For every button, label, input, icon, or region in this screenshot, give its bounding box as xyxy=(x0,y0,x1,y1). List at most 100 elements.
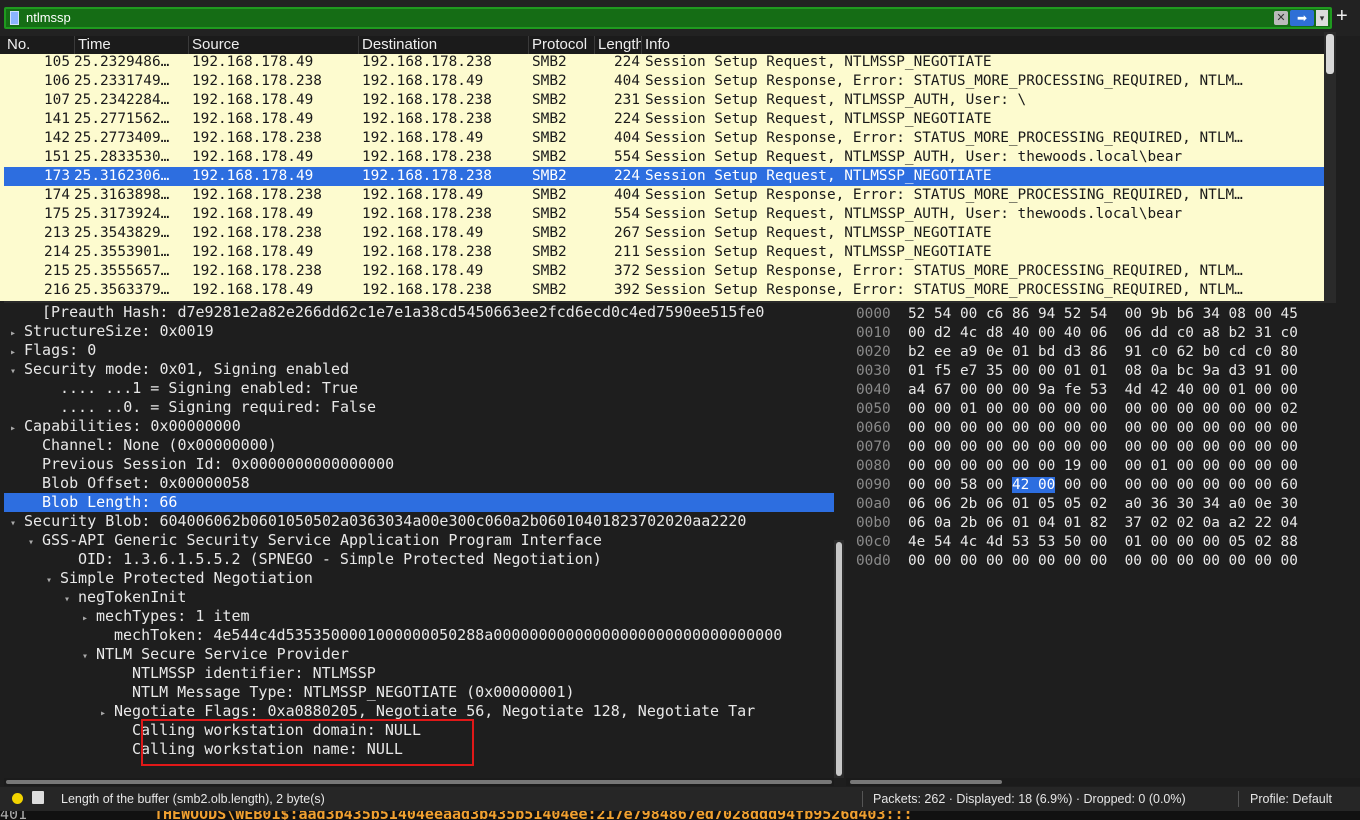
bytes-hex-b[interactable]: 91 c0 62 b0 cd c0 80 xyxy=(1125,344,1298,360)
details-scroll-thumb[interactable] xyxy=(836,542,842,776)
bytes-hex-a[interactable]: 00 00 00 00 00 00 00 00 xyxy=(908,553,1107,569)
detail-tree-item[interactable]: ▸ StructureSize: 0x0019 xyxy=(4,322,834,341)
expand-arrow-icon[interactable]: ▸ xyxy=(10,343,24,360)
cell-protocol: SMB2 xyxy=(532,54,567,70)
bytes-hex-a[interactable]: 00 00 00 00 00 00 19 00 xyxy=(908,458,1107,474)
packet-row[interactable]: 106 25.2331749… 192.168.178.238 192.168.178… xyxy=(4,72,1324,91)
bytes-hex-a[interactable]: 00 00 01 00 00 00 00 00 xyxy=(908,401,1107,417)
detail-tree-item[interactable]: ▾ NTLM Secure Service Provider xyxy=(4,645,834,664)
detail-tree-item[interactable]: ▸ Capabilities: 0x00000000 xyxy=(4,417,834,436)
bytes-hex-b[interactable]: 08 0a bc 9a d3 91 00 xyxy=(1125,363,1298,379)
column-header-source[interactable]: Source xyxy=(188,36,358,54)
packet-list-scroll-thumb[interactable] xyxy=(1326,34,1334,74)
detail-tree-item[interactable]: ▾ Security Blob: 604006062b0601050502a036… xyxy=(4,512,834,531)
bytes-hex-a[interactable]: 4e 54 4c 4d 53 53 50 00 xyxy=(908,534,1107,550)
bytes-hex-b[interactable]: 37 02 02 0a a2 22 04 xyxy=(1125,515,1298,531)
detail-tree-item[interactable]: ▾ GSS-API Generic Security Service Applic… xyxy=(4,531,834,550)
detail-tree-item[interactable]: .... ...1 = Signing enabled: True xyxy=(4,379,834,398)
collapse-arrow-icon[interactable]: ▾ xyxy=(28,533,42,550)
packet-row[interactable]: 142 25.2773409… 192.168.178.238 192.168.178… xyxy=(4,129,1324,148)
bytes-hex-b[interactable]: 00 01 00 00 00 00 00 xyxy=(1125,458,1298,474)
bytes-hex-a[interactable]: a4 67 00 00 00 9a fe 53 xyxy=(908,382,1107,398)
expert-info-icon[interactable] xyxy=(12,793,23,804)
detail-tree-item[interactable]: .... ..0. = Signing required: False xyxy=(4,398,834,417)
packet-row[interactable]: 175 25.3173924… 192.168.178.49 192.168.178.… xyxy=(4,205,1324,224)
detail-tree-item[interactable]: ▸ mechTypes: 1 item xyxy=(4,607,834,626)
packet-row[interactable]: 215 25.3555657… 192.168.178.238 192.168.178… xyxy=(4,262,1324,281)
detail-tree-item[interactable]: ▾ Security mode: 0x01, Signing enabled xyxy=(4,360,834,379)
detail-tree-item[interactable]: ▾ negTokenInit xyxy=(4,588,834,607)
packet-row[interactable]: 173 25.3162306… 192.168.178.49 192.168.178.… xyxy=(4,167,1324,186)
packet-row[interactable]: 214 25.3553901… 192.168.178.49 192.168.178.… xyxy=(4,243,1324,262)
column-header-time[interactable]: Time xyxy=(74,36,188,54)
detail-tree-item[interactable]: Channel: None (0x00000000) xyxy=(4,436,834,455)
collapse-arrow-icon[interactable]: ▾ xyxy=(10,514,24,531)
detail-tree-item[interactable]: ▾ Simple Protected Negotiation xyxy=(4,569,834,588)
detail-tree-item[interactable]: [Preauth Hash: d7e9281e2a82e266dd62c1e7e… xyxy=(4,303,834,322)
packet-row[interactable]: 174 25.3163898… 192.168.178.238 192.168.178… xyxy=(4,186,1324,205)
packet-row[interactable]: 216 25.3563379… 192.168.178.49 192.168.178.… xyxy=(4,281,1324,300)
detail-tree-item[interactable]: NTLMSSP identifier: NTLMSSP xyxy=(4,664,834,683)
bookmark-icon[interactable] xyxy=(10,11,19,25)
column-header-length[interactable]: Length xyxy=(594,36,642,54)
cell-source: 192.168.178.49 xyxy=(192,54,314,70)
collapse-arrow-icon[interactable]: ▾ xyxy=(64,590,78,607)
collapse-arrow-icon[interactable]: ▾ xyxy=(82,647,96,664)
arrow-right-icon[interactable]: ➡ xyxy=(1290,10,1314,26)
add-filter-button[interactable]: + xyxy=(1336,5,1348,27)
bytes-hex-a[interactable]: 00 d2 4c d8 40 00 40 06 xyxy=(908,325,1107,341)
clear-icon[interactable]: ✕ xyxy=(1274,11,1288,25)
bytes-hex-a[interactable]: 52 54 00 c6 86 94 52 54 xyxy=(908,306,1107,322)
bytes-hex-b[interactable]: 00 00 00 00 00 00 00 xyxy=(1125,553,1298,569)
profile-selector[interactable]: Profile: Default xyxy=(1250,792,1332,806)
bytes-hscroll-thumb[interactable] xyxy=(850,780,1002,784)
detail-tree-item[interactable]: mechToken: 4e544c4d535350000100000005028… xyxy=(4,626,834,645)
bytes-hex-a[interactable]: 00 00 00 00 00 00 00 00 xyxy=(908,420,1107,436)
packet-row[interactable]: 151 25.2833530… 192.168.178.49 192.168.178.… xyxy=(4,148,1324,167)
details-hscroll-thumb[interactable] xyxy=(6,780,832,784)
cell-no: 106 xyxy=(44,73,70,89)
bytes-hex-b[interactable]: a0 36 30 34 a0 0e 30 xyxy=(1125,496,1298,512)
bytes-hex-a[interactable]: 06 06 2b 06 01 05 05 02 xyxy=(908,496,1107,512)
bytes-hex-a[interactable]: 00 00 00 00 00 00 00 00 xyxy=(908,439,1107,455)
detail-tree-item[interactable]: Blob Length: 66 xyxy=(4,493,834,512)
bytes-hex-b[interactable]: 00 00 00 00 00 00 60 xyxy=(1125,477,1298,493)
bytes-hex-a2[interactable]: 00 00 xyxy=(1055,477,1107,493)
bytes-hex-highlight[interactable]: 42 00 xyxy=(1011,477,1056,493)
chevron-down-icon[interactable]: ▾ xyxy=(1316,10,1328,26)
capture-comment-icon[interactable] xyxy=(32,791,44,804)
expand-arrow-icon[interactable]: ▸ xyxy=(100,704,114,721)
bytes-hex-b[interactable]: 00 00 00 00 00 00 00 xyxy=(1125,439,1298,455)
filter-text[interactable]: ntlmssp xyxy=(26,10,71,25)
detail-tree-item[interactable]: ▸ Flags: 0 xyxy=(4,341,834,360)
collapse-arrow-icon[interactable]: ▾ xyxy=(10,362,24,379)
display-filter-input[interactable]: ntlmssp ✕ ➡ ▾ xyxy=(4,7,1332,29)
bytes-hex-b[interactable]: 00 00 00 00 00 00 02 xyxy=(1125,401,1298,417)
bytes-hex-b[interactable]: 01 00 00 00 05 02 88 xyxy=(1125,534,1298,550)
bytes-hex-b[interactable]: 00 00 00 00 00 00 00 xyxy=(1125,420,1298,436)
packet-row[interactable]: 105 25.2329486… 192.168.178.49 192.168.178.… xyxy=(4,54,1324,72)
column-header-info[interactable]: Info xyxy=(641,36,1324,54)
expand-arrow-icon[interactable]: ▸ xyxy=(82,609,96,626)
detail-tree-item[interactable]: Blob Offset: 0x00000058 xyxy=(4,474,834,493)
bytes-hex-b[interactable]: 06 dd c0 a8 b2 31 c0 xyxy=(1125,325,1298,341)
column-header-no[interactable]: No. xyxy=(4,36,74,54)
packet-row[interactable]: 213 25.3543829… 192.168.178.238 192.168.178… xyxy=(4,224,1324,243)
detail-tree-item[interactable]: NTLM Message Type: NTLMSSP_NEGOTIATE (0x… xyxy=(4,683,834,702)
expand-arrow-icon[interactable]: ▸ xyxy=(10,324,24,341)
bytes-hex-a[interactable]: 01 f5 e7 35 00 00 01 01 xyxy=(908,363,1107,379)
bytes-hex-a[interactable]: 06 0a 2b 06 01 04 01 82 xyxy=(908,515,1107,531)
packet-row[interactable]: 141 25.2771562… 192.168.178.49 192.168.178.… xyxy=(4,110,1324,129)
bytes-hex-a[interactable]: 00 00 58 00 xyxy=(908,477,1012,493)
cell-info: Session Setup Request, NTLMSSP_AUTH, Use… xyxy=(645,206,1183,222)
bytes-hex-b[interactable]: 4d 42 40 00 01 00 00 xyxy=(1125,382,1298,398)
packet-row[interactable]: 107 25.2342284… 192.168.178.49 192.168.178.… xyxy=(4,91,1324,110)
bytes-hex-b[interactable]: 00 9b b6 34 08 00 45 xyxy=(1125,306,1298,322)
column-header-destination[interactable]: Destination xyxy=(358,36,528,54)
detail-tree-item[interactable]: Previous Session Id: 0x0000000000000000 xyxy=(4,455,834,474)
detail-tree-item[interactable]: OID: 1.3.6.1.5.5.2 (SPNEGO - Simple Prot… xyxy=(4,550,834,569)
column-header-protocol[interactable]: Protocol xyxy=(528,36,596,54)
collapse-arrow-icon[interactable]: ▾ xyxy=(46,571,60,588)
bytes-hex-a[interactable]: b2 ee a9 0e 01 bd d3 86 xyxy=(908,344,1107,360)
expand-arrow-icon[interactable]: ▸ xyxy=(10,419,24,436)
